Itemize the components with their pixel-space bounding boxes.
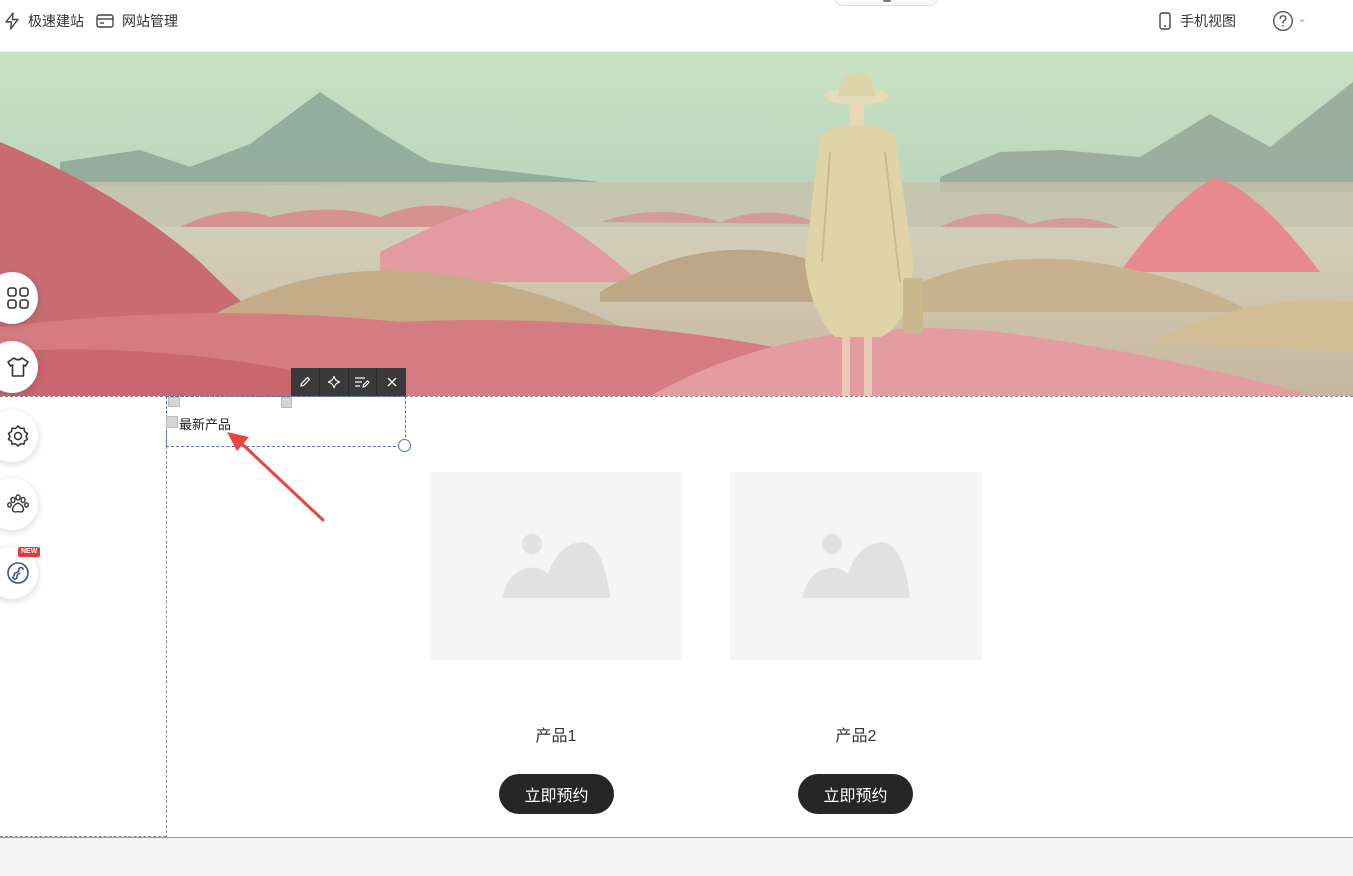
module-resize-mark[interactable] [168, 397, 180, 407]
site-manage-button[interactable]: 网站管理 [96, 0, 178, 42]
product-image-1[interactable] [430, 472, 682, 660]
link-icon [7, 562, 29, 584]
lightning-icon [5, 12, 19, 30]
product-image-2[interactable] [730, 472, 982, 660]
help-button[interactable] [1272, 0, 1306, 42]
paw-icon [7, 494, 29, 513]
phone-icon [1159, 12, 1171, 30]
mobile-view-button[interactable]: 手机视图 [1158, 0, 1236, 42]
image-placeholder-icon [802, 534, 910, 598]
text-edit-icon [355, 377, 371, 388]
tab-dot-icon [883, 0, 891, 2]
quick-build-label: 极速建站 [28, 13, 84, 29]
product-name-2: 产品2 [835, 728, 877, 745]
help-icon [1272, 10, 1294, 32]
animation-button[interactable] [320, 368, 349, 396]
delete-button[interactable] [377, 368, 406, 396]
product-name-1: 产品1 [535, 728, 577, 745]
shirt-icon [7, 357, 29, 377]
reserve-button-1[interactable]: 立即预约 [499, 774, 614, 814]
site-manage-label: 网站管理 [122, 13, 178, 29]
module-toolbar [291, 368, 406, 396]
gear-icon [7, 425, 29, 447]
new-badge: NEW [18, 547, 41, 557]
module-corner-mark[interactable] [281, 397, 292, 408]
banner-image [0, 72, 1353, 396]
caret-down-icon [1299, 19, 1305, 23]
module-layer-mark[interactable] [166, 416, 178, 428]
card-icon [96, 14, 114, 28]
center-tab[interactable] [834, 0, 938, 6]
image-placeholder-icon [502, 534, 610, 598]
row-guide-bottom [0, 836, 166, 837]
module-title-text[interactable]: 最新产品 [179, 414, 231, 433]
text-edit-button[interactable] [349, 368, 378, 396]
resize-handle[interactable] [398, 439, 411, 452]
edit-button[interactable] [291, 368, 320, 396]
reserve-button-2[interactable]: 立即预约 [798, 774, 913, 814]
column-guide [166, 396, 167, 838]
grid-icon [7, 287, 29, 309]
top-toolbar: 极速建站 网站管理 手机视图 [0, 0, 1353, 52]
pencil-icon [300, 376, 311, 387]
sparkle-icon [327, 375, 340, 389]
close-icon [387, 377, 397, 387]
quick-build-button[interactable]: 极速建站 [4, 0, 84, 42]
mobile-view-label: 手机视图 [1180, 13, 1236, 29]
hero-banner [0, 52, 1353, 396]
